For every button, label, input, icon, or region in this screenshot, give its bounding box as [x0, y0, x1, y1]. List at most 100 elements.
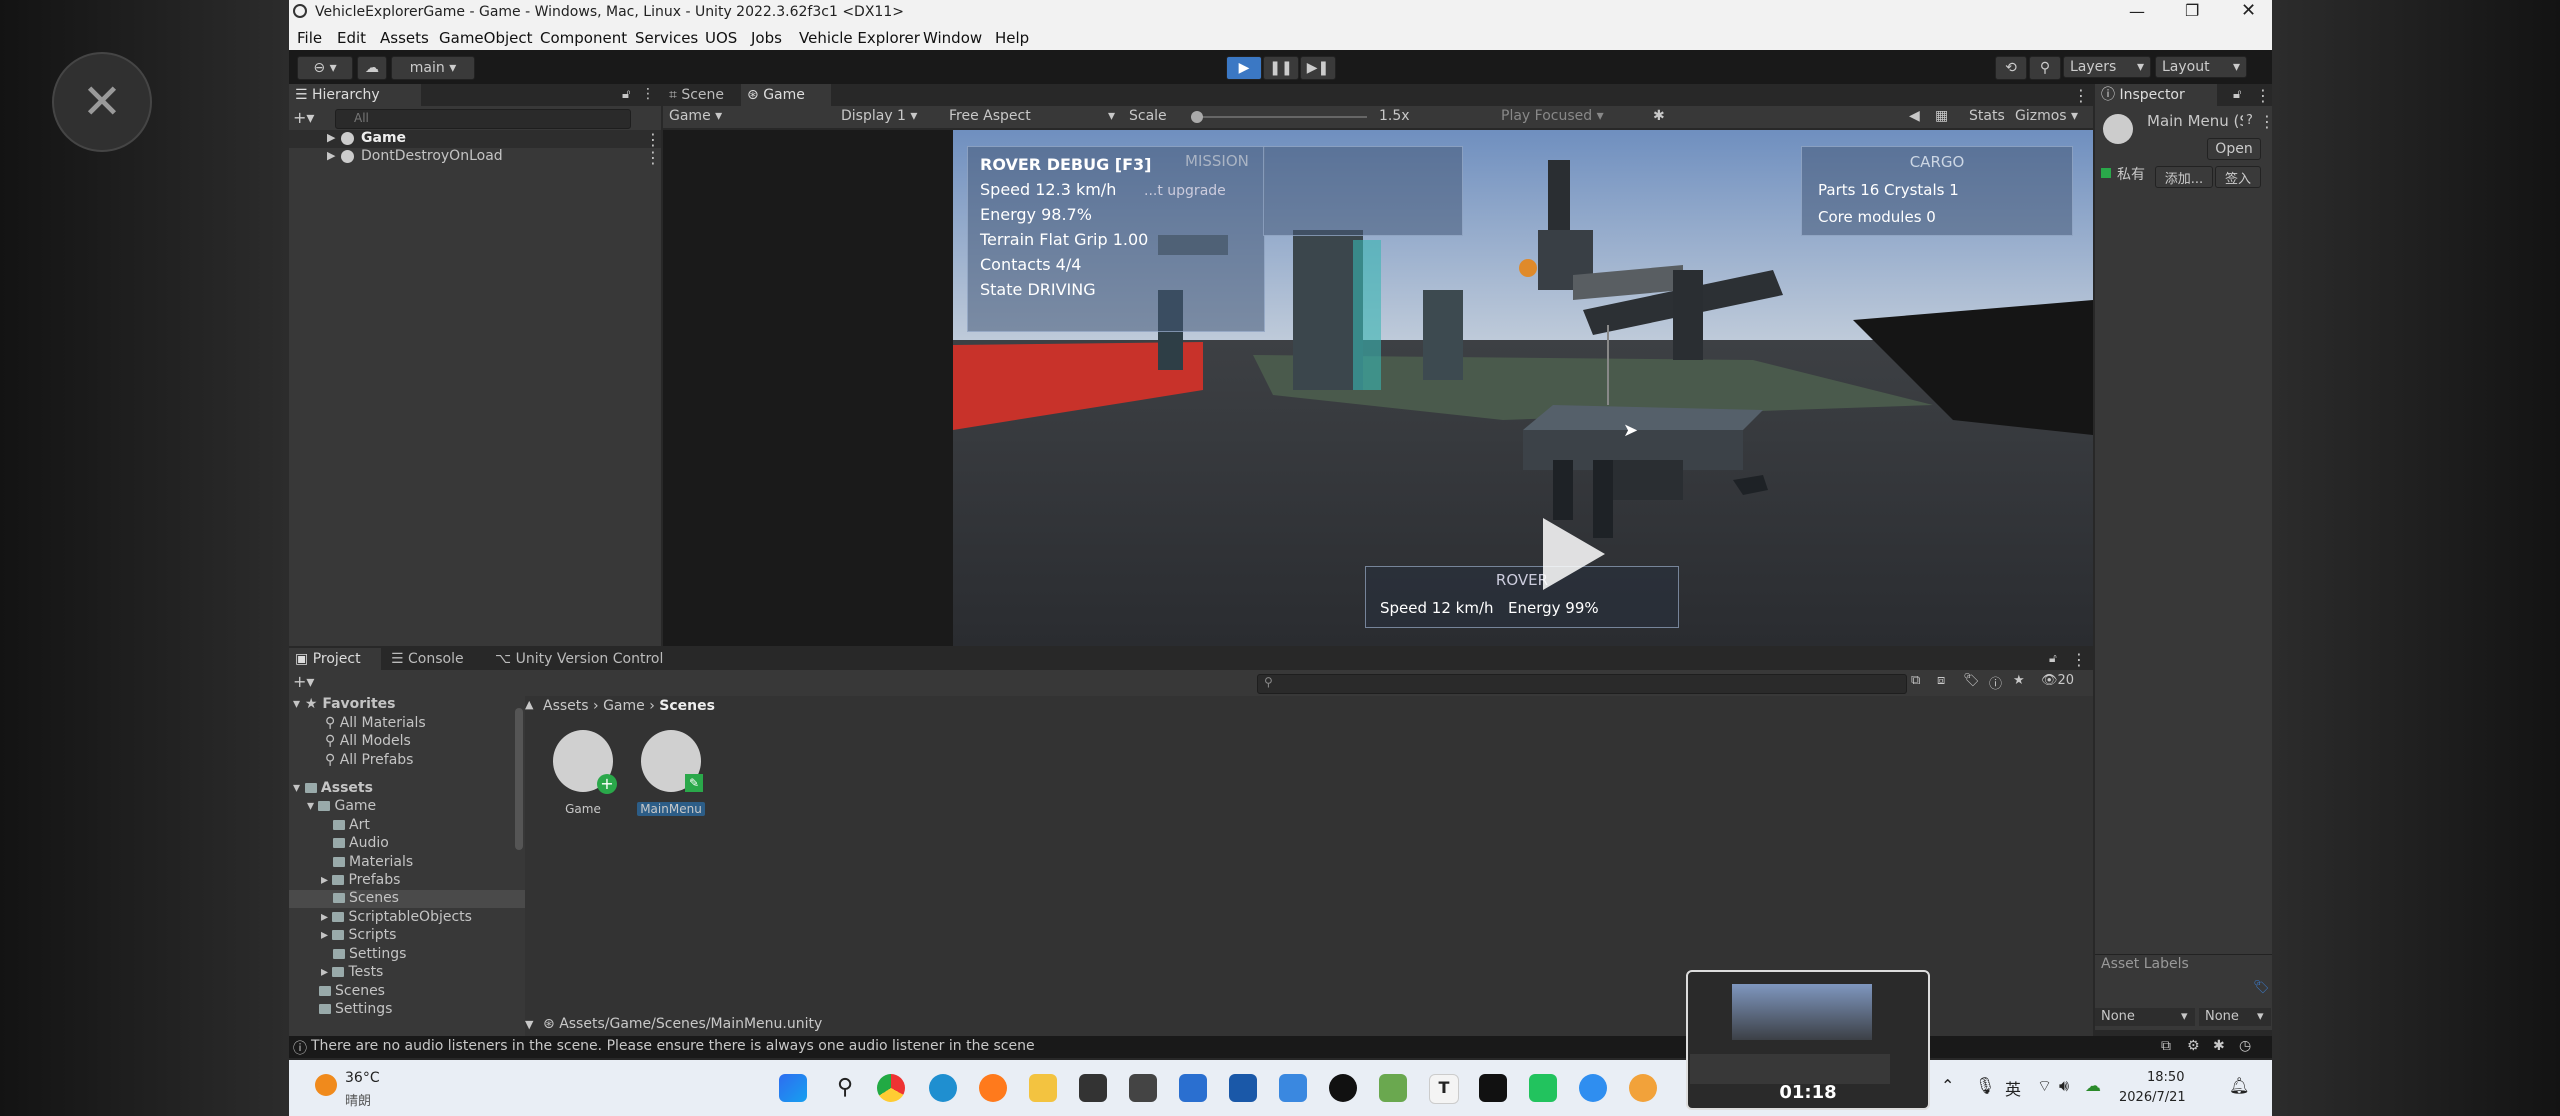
microphone-icon[interactable]: 🎙︎: [1975, 1076, 1995, 1095]
video-play-icon[interactable]: [1543, 518, 1605, 590]
volume-icon[interactable]: 🔊︎: [2059, 1076, 2069, 1096]
wifi-icon[interactable]: ⌔: [2037, 1076, 2052, 1096]
tree-item[interactable]: ▸ Prefabs: [321, 872, 400, 888]
tab-project[interactable]: ▣ Project: [289, 648, 381, 670]
layers-dropdown[interactable]: Layers ▾: [2063, 56, 2151, 78]
lock-icon[interactable]: 🔓︎: [622, 87, 630, 102]
bug-icon[interactable]: ✱: [1653, 108, 1665, 124]
more-icon[interactable]: ⋮: [2255, 86, 2271, 105]
asset-tile[interactable]: + Game: [545, 730, 621, 820]
stats-button[interactable]: Stats: [1969, 108, 2005, 124]
notepad-icon[interactable]: [1279, 1074, 1307, 1102]
tab-console[interactable]: ☰ Console: [385, 648, 487, 670]
app-tray-icon[interactable]: ☁: [2085, 1076, 2101, 1095]
project-search-input[interactable]: ⚲: [1257, 674, 1907, 694]
breadcrumb-assets[interactable]: Assets: [543, 698, 589, 714]
menu-edit[interactable]: Edit: [337, 29, 366, 47]
unity-icon[interactable]: [1129, 1074, 1157, 1102]
more-icon[interactable]: ⋮: [2073, 86, 2089, 105]
filter-label-icon[interactable]: ⧈: [1937, 673, 1945, 688]
ime-indicator[interactable]: 英: [2005, 1076, 2021, 1100]
tab-hierarchy[interactable]: ☰ Hierarchy: [289, 84, 421, 106]
more-icon[interactable]: ⋮: [2071, 650, 2087, 669]
tag-icon[interactable]: 🏷︎: [1963, 673, 1980, 688]
tree-item[interactable]: ▸ ScriptableObjects: [321, 909, 472, 925]
step-button[interactable]: ▶❚: [1300, 56, 1336, 80]
tab-scene[interactable]: ⌗ Scene: [663, 84, 749, 106]
edge-icon[interactable]: [929, 1074, 957, 1102]
play-focused-dropdown[interactable]: Play Focused ▾: [1501, 108, 1604, 124]
pause-button[interactable]: ❚❚: [1263, 56, 1299, 80]
clock-time[interactable]: 18:50: [2147, 1070, 2184, 1085]
row-menu-icon[interactable]: ⋮: [645, 148, 661, 167]
tray-expand-icon[interactable]: ⌃: [1941, 1076, 1954, 1095]
status-message[interactable]: There are no audio listeners in the scen…: [311, 1038, 1035, 1054]
file-explorer-icon[interactable]: [1029, 1074, 1057, 1102]
search-icon[interactable]: ⚲: [831, 1074, 859, 1102]
sign-in-button[interactable]: 签入: [2215, 166, 2261, 188]
cloud-icon[interactable]: ☁: [357, 56, 387, 80]
weather-sun-icon[interactable]: [315, 1074, 337, 1096]
network-icon[interactable]: ⧉: [2161, 1038, 2171, 1054]
add-asset-icon[interactable]: +▾: [293, 672, 314, 691]
menu-assets[interactable]: Assets: [380, 29, 429, 47]
shortcut-icon[interactable]: ▦: [1935, 108, 1948, 124]
game-view-dropdown[interactable]: Game ▾: [669, 108, 722, 124]
restore-icon[interactable]: ❐: [2185, 1, 2199, 20]
firefox-icon[interactable]: [979, 1074, 1007, 1102]
tree-item[interactable]: Scenes: [319, 983, 385, 999]
unity-hub-icon[interactable]: [1079, 1074, 1107, 1102]
hierarchy-search-input[interactable]: All: [335, 109, 631, 129]
open-button[interactable]: Open: [2207, 138, 2261, 160]
search-icon[interactable]: ⚲: [2029, 56, 2061, 80]
row-menu-icon[interactable]: ⋮: [645, 130, 661, 149]
menu-vehicle-explorer[interactable]: Vehicle Explorer: [799, 29, 920, 47]
tree-item[interactable]: ▾ Game: [307, 798, 376, 814]
progress-icon[interactable]: ◷: [2239, 1038, 2251, 1054]
scroll-down-icon[interactable]: ▼: [525, 1018, 533, 1031]
asset-variant-dropdown[interactable]: None ▾: [2199, 1008, 2271, 1026]
assets-header[interactable]: ▾ Assets: [293, 780, 373, 796]
aspect-dropdown[interactable]: Free Aspect ▾: [949, 108, 1115, 124]
expand-arrow-icon[interactable]: ▶: [327, 149, 335, 162]
qq-icon[interactable]: [1329, 1074, 1357, 1102]
account-button[interactable]: ⊖ ▾: [297, 56, 353, 80]
asset-bundle-dropdown[interactable]: None ▾: [2095, 1008, 2195, 1026]
menu-services[interactable]: Services: [635, 29, 698, 47]
tree-item[interactable]: Settings: [319, 1001, 392, 1017]
history-icon[interactable]: ⟲: [1995, 56, 2027, 80]
menu-jobs[interactable]: Jobs: [751, 29, 782, 47]
play-button[interactable]: ▶: [1226, 56, 1262, 80]
app-icon[interactable]: [1229, 1074, 1257, 1102]
expand-arrow-icon[interactable]: ▶: [327, 131, 335, 144]
wechat-icon[interactable]: [1529, 1074, 1557, 1102]
app-icon[interactable]: [1179, 1074, 1207, 1102]
gizmos-dropdown[interactable]: Gizmos ▾: [2015, 108, 2078, 124]
claude-icon[interactable]: [1629, 1074, 1657, 1102]
menu-component[interactable]: Component: [540, 29, 627, 47]
tab-inspector[interactable]: ⓘ Inspector: [2095, 84, 2217, 106]
tree-item[interactable]: Art: [333, 817, 370, 833]
menu-help[interactable]: Help: [995, 29, 1029, 47]
star-icon[interactable]: ★: [2013, 673, 2025, 688]
app-icon[interactable]: [1579, 1074, 1607, 1102]
lock-icon[interactable]: 🔓︎: [2049, 651, 2057, 666]
favorites-header[interactable]: ▾ ★ Favorites: [293, 696, 396, 712]
scale-slider-handle[interactable]: [1191, 111, 1203, 123]
chrome-icon[interactable]: [877, 1074, 905, 1102]
tree-item[interactable]: ▸ Tests: [321, 964, 383, 980]
tree-item[interactable]: ▸ Scripts: [321, 927, 396, 943]
terminal-icon[interactable]: [1479, 1074, 1507, 1102]
tab-version-control[interactable]: ⌥ Unity Version Control: [489, 648, 701, 670]
favorite-item[interactable]: ⚲ All Materials: [325, 715, 426, 731]
tree-item-selected[interactable]: Scenes: [333, 890, 399, 906]
notification-icon[interactable]: 🔔︎: [2229, 1076, 2249, 1095]
help-icon[interactable]: ?: [2246, 113, 2253, 128]
app-icon[interactable]: [1379, 1074, 1407, 1102]
add-button[interactable]: 添加...: [2155, 166, 2213, 188]
tab-game[interactable]: ⊛ Game: [741, 84, 831, 106]
close-window-icon[interactable]: ✕: [2241, 0, 2256, 21]
close-icon[interactable]: ✕: [52, 52, 152, 152]
layout-dropdown[interactable]: Layout ▾: [2155, 56, 2247, 78]
scale-slider[interactable]: [1191, 116, 1367, 118]
